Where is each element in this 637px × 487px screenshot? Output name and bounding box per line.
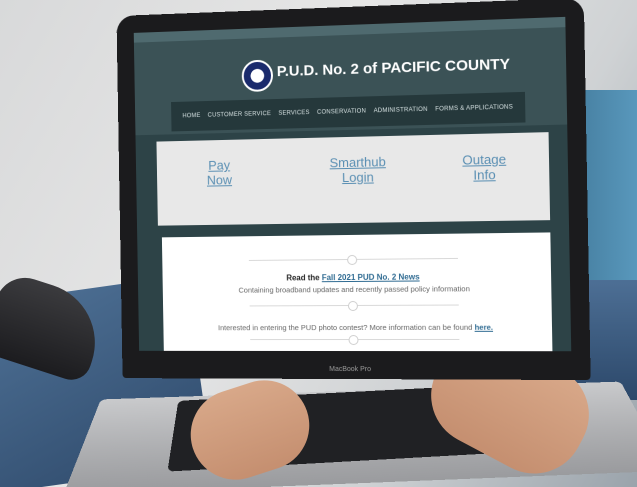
nav-forms-applications[interactable]: FORMS & APPLICATIONS xyxy=(435,104,513,112)
site-header: P.U.D. No. 2 of PACIFIC COUNTY HOME CUST… xyxy=(133,27,568,136)
pud-logo-icon[interactable] xyxy=(241,59,274,93)
news-prefix: Read the xyxy=(286,273,322,283)
nav-conservation[interactable]: CONSERVATION xyxy=(317,108,366,115)
site-title[interactable]: P.U.D. No. 2 of PACIFIC COUNTY xyxy=(277,56,510,81)
laptop-screen: P.U.D. No. 2 of PACIFIC COUNTY HOME CUST… xyxy=(116,0,591,381)
nav-home[interactable]: HOME xyxy=(182,113,200,119)
news-section: Read the Fall 2021 PUD No. 2 News Contai… xyxy=(161,232,553,352)
device-label: MacBook Pro xyxy=(329,365,372,374)
smarthub-login-link[interactable]: Smarthub Login xyxy=(329,154,386,185)
news-line: Read the Fall 2021 PUD No. 2 News xyxy=(163,271,552,283)
pay-now-link[interactable]: Pay Now xyxy=(206,158,232,188)
nav-customer-service[interactable]: CUSTOMER SERVICE xyxy=(208,111,271,119)
outage-info-link[interactable]: Outage Info xyxy=(462,151,506,182)
website: P.U.D. No. 2 of PACIFIC COUNTY HOME CUST… xyxy=(133,16,572,352)
photo-link[interactable]: here. xyxy=(474,323,493,332)
main-nav: HOME CUSTOMER SERVICE SERVICES CONSERVAT… xyxy=(171,91,526,132)
photo-text: Interested in entering the PUD photo con… xyxy=(217,322,475,333)
divider xyxy=(248,254,458,266)
quick-links: Pay Now Smarthub Login Outage Info xyxy=(156,132,551,226)
nav-administration[interactable]: ADMINISTRATION xyxy=(374,107,428,114)
nav-services[interactable]: SERVICES xyxy=(278,110,309,117)
divider xyxy=(250,335,460,346)
news-subtitle: Containing broadband updates and recentl… xyxy=(238,284,470,295)
photo-scene: P.U.D. No. 2 of PACIFIC COUNTY HOME CUST… xyxy=(0,0,637,487)
news-link[interactable]: Fall 2021 PUD No. 2 News xyxy=(322,272,420,282)
photo-contest: Interested in entering the PUD photo con… xyxy=(163,323,552,333)
divider xyxy=(249,300,459,312)
